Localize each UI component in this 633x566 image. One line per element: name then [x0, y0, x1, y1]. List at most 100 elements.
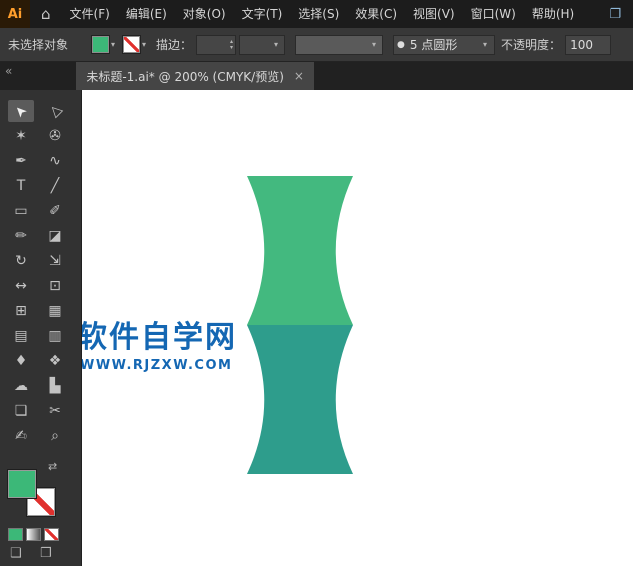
hand-icon: ✍ — [15, 428, 27, 444]
menu-item[interactable]: 窗口(W) — [463, 0, 524, 28]
scale-icon: ⇲ — [49, 253, 61, 269]
opacity-label: 不透明度： — [501, 38, 562, 52]
direct-selection-tool[interactable]: ▷ — [42, 100, 68, 122]
none-button[interactable] — [44, 528, 59, 541]
eraser-icon: ◪ — [48, 228, 62, 244]
artboard-icon: ❏ — [14, 403, 28, 419]
zoom-tool[interactable]: ⌕ — [42, 425, 68, 447]
menu-item[interactable]: 效果(C) — [347, 0, 405, 28]
watermark-title: 软件自学网 — [82, 320, 237, 355]
chevron-down-icon: ▾ — [483, 40, 488, 49]
control-bar: 未选择对象 ▾ ▾ 描边： ▴ ▾ ▾ ▾ ● 5 点圆形 ▾ 不透明度： 10… — [0, 28, 633, 62]
menu-item[interactable]: 文件(F) — [62, 0, 118, 28]
chevron-down-icon: ▾ — [274, 40, 279, 49]
curvature-icon: ∿ — [49, 153, 61, 169]
eraser-tool[interactable]: ◪ — [42, 225, 68, 247]
menu-item[interactable]: 对象(O) — [175, 0, 234, 28]
screen-mode-icon[interactable]: ❒ — [40, 546, 52, 561]
collapse-panel-icon[interactable]: « — [0, 62, 18, 90]
rotate-tool[interactable]: ↻ — [8, 250, 34, 272]
illustrator-window: Ai ⌂ 文件(F) 编辑(E) 对象(O) 文字(T) 选择(S) 效果(C) 视图(V)… — [0, 0, 633, 566]
toolbar-fill-swatch[interactable] — [8, 470, 36, 498]
shaper-icon: ✏ — [15, 228, 27, 244]
rectangle-tool[interactable]: ▭ — [8, 200, 34, 222]
line-segment-tool[interactable]: ╱ — [42, 175, 68, 197]
stroke-profile-dropdown[interactable]: ▾ — [239, 34, 286, 55]
symbol-sprayer-tool[interactable]: ☁ — [8, 375, 34, 397]
selection-tool[interactable]: ➤ — [8, 100, 34, 122]
menu-item[interactable]: 帮助(H) — [524, 0, 582, 28]
column-graph-tool[interactable]: ▙ — [42, 375, 68, 397]
mesh-icon: ▤ — [14, 328, 28, 344]
swap-fill-stroke-icon[interactable]: ⇄ — [48, 460, 57, 473]
free-transform-icon: ⊡ — [49, 278, 61, 294]
menu-item[interactable]: 选择(S) — [290, 0, 347, 28]
curvature-tool[interactable]: ∿ — [42, 150, 68, 172]
home-icon[interactable]: ⌂ — [30, 5, 62, 23]
selection-icon: ➤ — [11, 101, 31, 121]
watermark-url: WWW.RJZXW.COM — [82, 358, 233, 373]
type-icon: T — [16, 178, 26, 194]
tools-panel: ⇄ ❑ ❒ ➤ ▷ ✶ ✇ ✒ ∿ T ╱ ▭ ✐ ✏ ◪ ↻ ⇲ ↔ ⊡ ⊞ ▦ ▤ ▥ ♦ ❖ ☁ ▙ ❏ ✂ ✍ ⌕ — [0, 90, 82, 566]
drawing-mode-icon[interactable]: ❑ — [10, 546, 22, 561]
color-button[interactable] — [8, 528, 23, 541]
stroke-weight-stepper[interactable]: ▴ ▾ — [230, 38, 233, 51]
pen-tool[interactable]: ✒ — [8, 150, 34, 172]
shape-builder-tool[interactable]: ⊞ — [8, 300, 34, 322]
width-icon: ↔ — [15, 278, 27, 294]
rotate-icon: ↻ — [15, 253, 27, 269]
document-tab-bar: « 未标题-1.ai* @ 200% (CMYK/预览) × — [0, 62, 633, 90]
magic-wand-tool[interactable]: ✶ — [8, 125, 34, 147]
line-segment-icon: ╱ — [50, 178, 60, 194]
shape-builder-icon: ⊞ — [15, 303, 27, 319]
canvas[interactable]: 软件自学网 WWW.RJZXW.COM — [82, 90, 633, 566]
free-transform-tool[interactable]: ⊡ — [42, 275, 68, 297]
variable-width-profile-dropdown[interactable]: ▾ — [295, 34, 384, 55]
document-tab-title: 未标题-1.ai* @ 200% (CMYK/预览) — [86, 69, 284, 84]
artboard-tool[interactable]: ❏ — [8, 400, 34, 422]
perspective-grid-icon: ▦ — [48, 303, 62, 319]
brush-definition-dropdown[interactable]: ● 5 点圆形 ▾ — [393, 34, 496, 55]
eyedropper-icon: ♦ — [14, 353, 28, 369]
hand-tool[interactable]: ✍ — [8, 425, 34, 447]
slice-icon: ✂ — [49, 403, 61, 419]
gradient-button[interactable] — [26, 528, 41, 541]
illustrator-logo-icon: Ai — [0, 0, 30, 28]
shape-top[interactable] — [247, 176, 353, 325]
menu-item[interactable]: 编辑(E) — [118, 0, 175, 28]
menu-items: 文件(F) 编辑(E) 对象(O) 文字(T) 选择(S) 效果(C) 视图(V) 窗口(W)… — [62, 0, 583, 28]
stroke-color-swatch[interactable] — [123, 36, 141, 53]
watermark: 软件自学网 WWW.RJZXW.COM — [82, 312, 237, 373]
rectangle-icon: ▭ — [14, 203, 28, 219]
opacity-input[interactable]: 100 — [565, 34, 612, 55]
stroke-weight-input[interactable]: ▴ ▾ — [196, 34, 237, 55]
shape-bottom[interactable] — [247, 325, 353, 474]
brush-name: 5 点圆形 — [409, 38, 458, 52]
stroke-chevron-down-icon[interactable]: ▾ — [142, 40, 146, 49]
blend-tool[interactable]: ❖ — [42, 350, 68, 372]
menu-item[interactable]: 文字(T) — [234, 0, 291, 28]
mesh-tool[interactable]: ▤ — [8, 325, 34, 347]
type-tool[interactable]: T — [8, 175, 34, 197]
zoom-icon: ⌕ — [51, 428, 59, 444]
workspace-switcher-icon[interactable]: ❐ — [597, 7, 633, 22]
perspective-grid-tool[interactable]: ▦ — [42, 300, 68, 322]
column-graph-icon: ▙ — [49, 378, 61, 394]
fill-chevron-down-icon[interactable]: ▾ — [111, 40, 115, 49]
scale-tool[interactable]: ⇲ — [42, 250, 68, 272]
width-tool[interactable]: ↔ — [8, 275, 34, 297]
selection-status: 未选择对象 — [8, 38, 69, 52]
slice-tool[interactable]: ✂ — [42, 400, 68, 422]
fill-color-swatch[interactable] — [92, 36, 109, 53]
menu-item[interactable]: 视图(V) — [405, 0, 463, 28]
stepper-down-icon[interactable]: ▾ — [230, 44, 233, 51]
lasso-tool[interactable]: ✇ — [42, 125, 68, 147]
paintbrush-tool[interactable]: ✐ — [42, 200, 68, 222]
eyedropper-tool[interactable]: ♦ — [8, 350, 34, 372]
document-tab[interactable]: 未标题-1.ai* @ 200% (CMYK/预览) × — [76, 62, 314, 90]
shaper-tool[interactable]: ✏ — [8, 225, 34, 247]
close-tab-icon[interactable]: × — [294, 69, 304, 83]
gradient-tool[interactable]: ▥ — [42, 325, 68, 347]
stroke-label: 描边： — [156, 38, 193, 52]
chevron-down-icon: ▾ — [372, 40, 377, 49]
